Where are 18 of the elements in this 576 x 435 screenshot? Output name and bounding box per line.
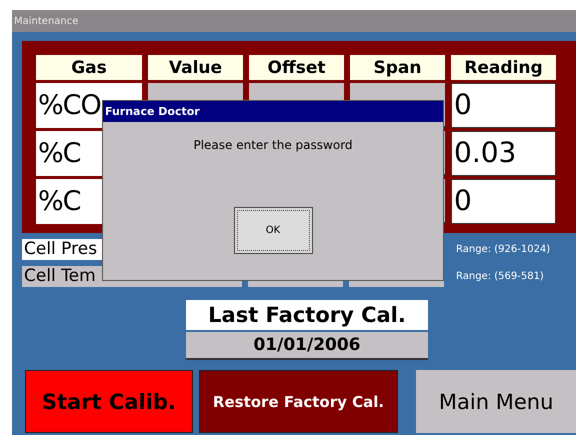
range-label: Range: (569-581) — [456, 271, 544, 282]
reading-field: 0 — [451, 179, 556, 224]
column-header: Reading — [451, 55, 556, 80]
ok-button[interactable]: OK — [234, 207, 312, 254]
column-header: Gas — [36, 55, 142, 80]
window-title: Maintenance — [14, 16, 78, 26]
reading-field: 0 — [451, 83, 556, 128]
last-cal-date: 01/01/2006 — [186, 332, 428, 360]
action-button[interactable]: Main Menu — [416, 370, 576, 433]
action-button[interactable]: Restore Factory Cal. — [198, 370, 398, 433]
last-cal-heading: Last Factory Cal. — [186, 300, 428, 330]
range-label: Range: (926-1024) — [456, 244, 550, 255]
column-header: Value — [148, 55, 243, 80]
column-header: Span — [350, 55, 445, 80]
column-header: Offset — [249, 55, 344, 80]
dialog-message: Please enter the password — [193, 138, 353, 152]
reading-field: 0.03 — [451, 131, 556, 176]
action-button[interactable]: Start Calib. — [25, 370, 193, 433]
